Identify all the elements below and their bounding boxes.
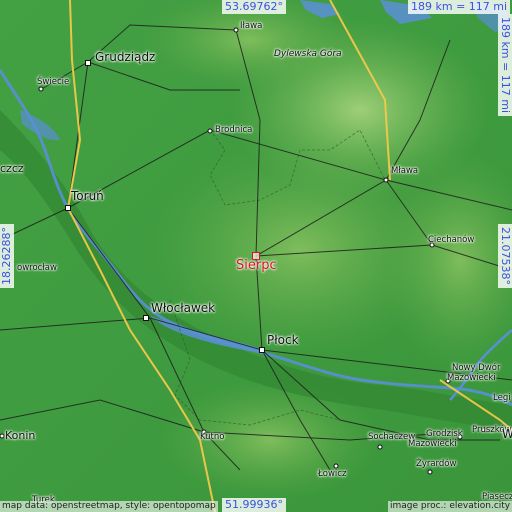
- place-label-edge-west: czcz: [0, 162, 24, 175]
- map-view[interactable]: Iława Grudziądz Dylewska Góra Świecie Br…: [0, 0, 512, 512]
- city-square-icon: [143, 315, 149, 321]
- place-label-plock: Płock: [267, 333, 299, 347]
- place-label-dylewska-gora: Dylewska Góra: [274, 49, 342, 59]
- place-label-edge-legionowo: Legi: [493, 393, 511, 403]
- place-label-inowroclaw: owrocław: [17, 263, 57, 273]
- right-longitude-readout: 21.07538°: [498, 224, 512, 288]
- city-square-icon: [259, 347, 265, 353]
- bottom-latitude-readout: 51.99936°: [222, 498, 286, 512]
- city-square-icon: [65, 205, 71, 211]
- place-label-torun: Toruń: [71, 189, 104, 203]
- city-dot-icon: [207, 128, 213, 134]
- map-data-credit: map data: openstreetmap, style: opentopo…: [0, 501, 218, 512]
- vertical-scale-readout: 189 km = 117 mi: [498, 14, 512, 117]
- place-label-kutno: Kutno: [200, 432, 225, 442]
- top-latitude-readout: 53.69762°: [222, 0, 286, 14]
- left-longitude-readout: 18.26288°: [0, 224, 14, 288]
- city-dot-icon: [427, 469, 433, 475]
- place-label-ciechanow: Ciechanów: [428, 235, 475, 245]
- place-label-brodnica: Brodnica: [215, 125, 253, 135]
- place-label-wloclawek: Włocławek: [151, 301, 216, 315]
- city-square-icon: [85, 60, 91, 66]
- city-dot-icon: [383, 177, 389, 183]
- place-label-zyrardow: Żyrardów: [416, 459, 457, 469]
- place-label-swiecie: Świecie: [37, 77, 70, 87]
- place-label-konin: Konin: [5, 429, 36, 442]
- place-label-mlawa: Mława: [391, 166, 419, 176]
- place-label-edge-warsaw: W: [502, 427, 512, 441]
- place-label-mazowiecki-1: Mazowiecki: [447, 373, 496, 383]
- place-label-sierpc[interactable]: Sierpc: [236, 259, 277, 272]
- place-label-ilawa: Iława: [240, 21, 263, 31]
- place-label-grudziadz: Grudziądz: [95, 50, 156, 64]
- place-label-mazowiecki-2: Mazowiecki: [408, 439, 457, 449]
- city-dot-icon: [377, 444, 383, 450]
- image-processing-credit: image proc.: elevation.city: [388, 501, 512, 512]
- place-label-lowicz: Łowicz: [318, 469, 347, 479]
- city-dot-icon: [233, 27, 239, 33]
- horizontal-scale-readout: 189 km = 117 mi: [408, 0, 511, 14]
